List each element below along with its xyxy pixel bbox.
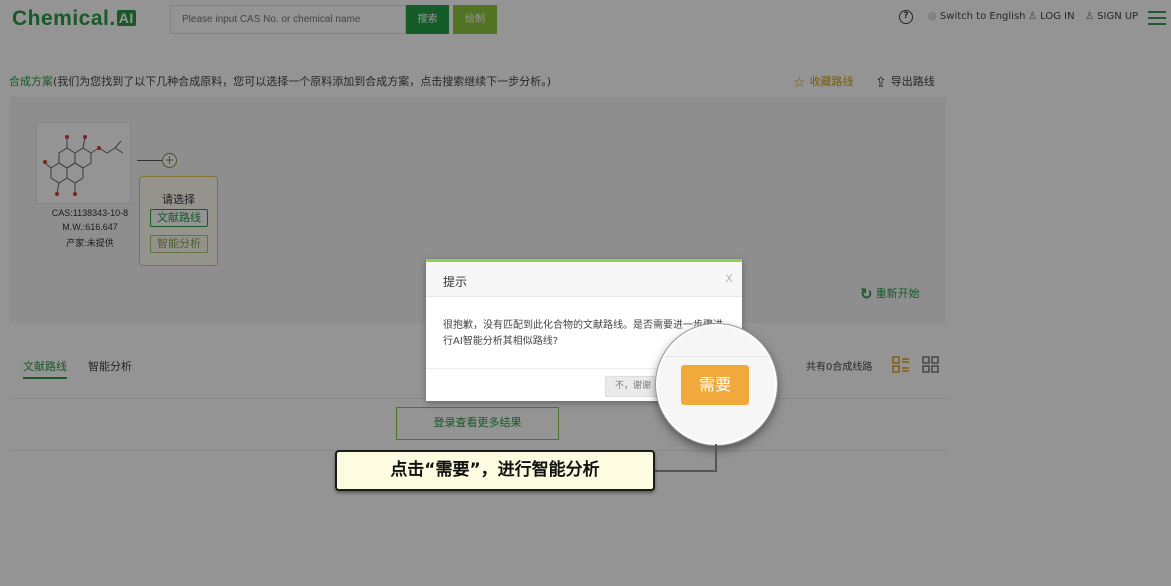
dialog-title: 提示 — [443, 275, 468, 289]
need-button[interactable]: 需要 — [681, 365, 749, 405]
instruction-callout: 点击“需要”，进行智能分析 — [335, 450, 655, 491]
no-thanks-button[interactable]: 不，谢谢 — [605, 376, 661, 397]
dialog-header: 提示 x — [426, 262, 742, 297]
callout-pointer-vertical — [715, 444, 717, 471]
close-icon[interactable]: x — [725, 271, 733, 286]
callout-pointer-horizontal — [655, 470, 717, 472]
magnifier-zoom-circle: 需要 — [656, 324, 777, 445]
magnified-divider — [658, 356, 775, 357]
